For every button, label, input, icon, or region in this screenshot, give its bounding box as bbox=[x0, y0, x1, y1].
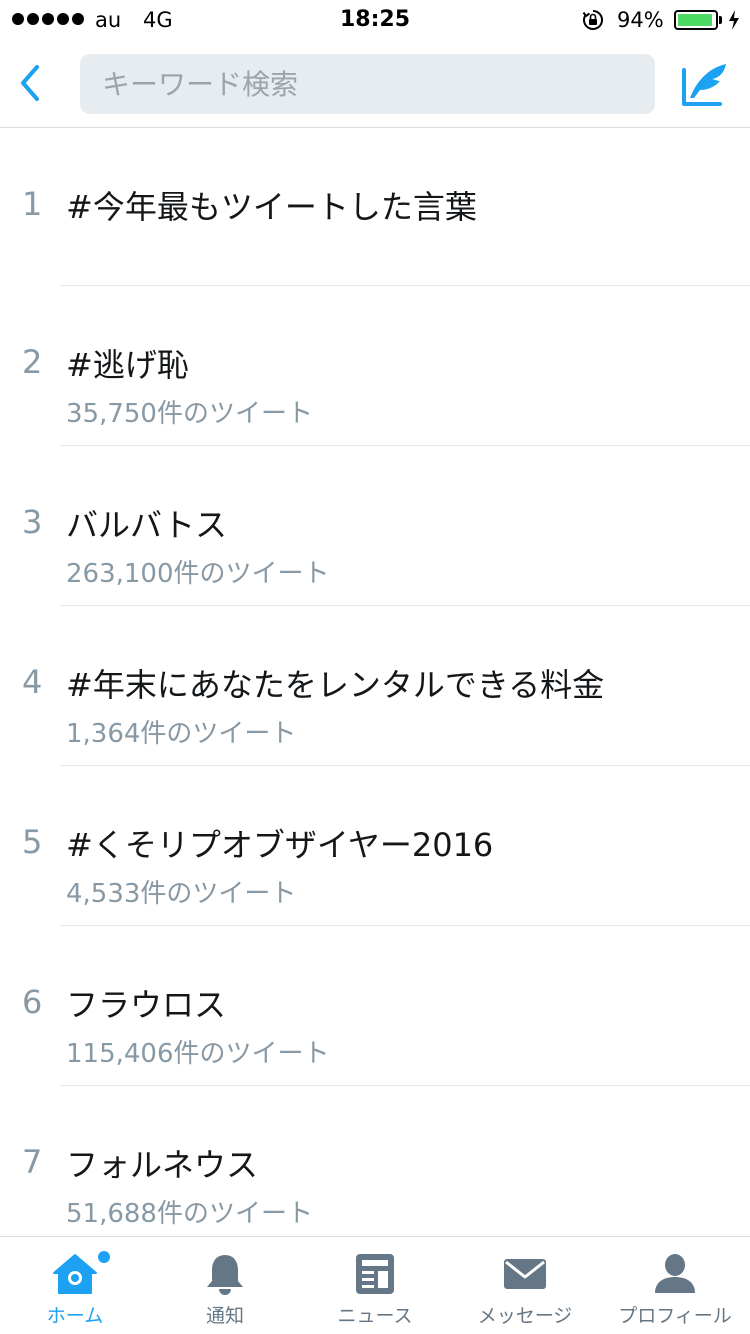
tab-bar: ホーム 通知 ニュース メッセージ プロフィール bbox=[0, 1236, 750, 1334]
trends-screen: au 4G 18:25 94% キーワード検索 1 #今年最もツイートした言葉 … bbox=[0, 0, 750, 1334]
trend-tweet-count: 1,364件のツイート bbox=[66, 719, 297, 749]
battery-tip bbox=[719, 16, 722, 24]
trend-item[interactable]: 2 #逃げ恥 35,750件のツイート bbox=[0, 286, 750, 446]
battery-percent: 94% bbox=[617, 8, 664, 32]
tab-home-label: ホーム bbox=[46, 1305, 104, 1327]
tab-news-label: ニュース bbox=[337, 1305, 413, 1327]
notification-dot bbox=[96, 1249, 112, 1265]
search-field[interactable] bbox=[80, 54, 655, 114]
trend-name: #くそリプオブザイヤー2016 bbox=[66, 826, 494, 864]
status-bar: au 4G 18:25 94% bbox=[0, 0, 750, 40]
compose-tweet-button[interactable] bbox=[680, 60, 732, 108]
bell-icon bbox=[207, 1255, 243, 1295]
trend-rank: 4 bbox=[22, 663, 43, 701]
trend-name: フラウロス bbox=[66, 986, 227, 1024]
tab-home[interactable]: ホーム bbox=[0, 1237, 150, 1334]
search-input[interactable] bbox=[100, 66, 655, 102]
trend-name: #今年最もツイートした言葉 bbox=[66, 188, 477, 226]
tab-profile[interactable]: プロフィール bbox=[600, 1237, 750, 1334]
trend-rank: 3 bbox=[22, 503, 43, 541]
trend-item[interactable]: 3 バルバトス 263,100件のツイート bbox=[0, 446, 750, 606]
trend-item[interactable]: 7 フォルネウス 51,688件のツイート bbox=[0, 1086, 750, 1246]
person-icon bbox=[655, 1254, 695, 1293]
trend-item[interactable]: 5 #くそリプオブザイヤー2016 4,533件のツイート bbox=[0, 766, 750, 926]
trend-name: バルバトス bbox=[66, 506, 227, 544]
trend-name: #逃げ恥 bbox=[66, 346, 189, 384]
trend-tweet-count: 51,688件のツイート bbox=[66, 1199, 313, 1229]
home-icon bbox=[53, 1254, 97, 1294]
orientation-lock-icon bbox=[582, 10, 603, 30]
trend-tweet-count: 115,406件のツイート bbox=[66, 1039, 330, 1069]
news-icon bbox=[356, 1254, 394, 1294]
trend-rank: 7 bbox=[22, 1143, 43, 1181]
battery-icon bbox=[674, 10, 718, 30]
trend-tweet-count: 263,100件のツイート bbox=[66, 559, 330, 589]
back-button[interactable] bbox=[10, 58, 50, 108]
trend-rank: 5 bbox=[22, 823, 43, 861]
tab-profile-label: プロフィール bbox=[618, 1305, 732, 1327]
chevron-left-icon bbox=[21, 65, 39, 101]
tab-messages-label: メッセージ bbox=[477, 1305, 573, 1327]
tab-messages[interactable]: メッセージ bbox=[450, 1237, 600, 1334]
trend-rank: 6 bbox=[22, 983, 43, 1021]
compose-tweet-icon bbox=[682, 64, 726, 106]
tab-notifications[interactable]: 通知 bbox=[150, 1237, 300, 1334]
trend-name: #年末にあなたをレンタルできる料金 bbox=[66, 666, 605, 704]
trend-item[interactable]: 4 #年末にあなたをレンタルできる料金 1,364件のツイート bbox=[0, 606, 750, 766]
charging-bolt-icon bbox=[729, 10, 739, 30]
trend-list: 1 #今年最もツイートした言葉 2 #逃げ恥 35,750件のツイート 3 バルバトス 263… bbox=[0, 128, 750, 1246]
trend-name: フォルネウス bbox=[66, 1146, 259, 1184]
trend-tweet-count: 35,750件のツイート bbox=[66, 399, 313, 429]
search-nav-bar bbox=[0, 40, 750, 128]
trend-item[interactable]: 6 フラウロス 115,406件のツイート bbox=[0, 926, 750, 1086]
trend-tweet-count: 4,533件のツイート bbox=[66, 879, 297, 909]
tab-notifications-label: 通知 bbox=[205, 1305, 244, 1327]
battery-level bbox=[678, 14, 712, 26]
trend-rank: 2 bbox=[22, 343, 43, 381]
envelope-icon bbox=[504, 1259, 546, 1289]
tab-news[interactable]: ニュース bbox=[300, 1237, 450, 1334]
trend-rank: 1 bbox=[22, 185, 43, 223]
trend-item[interactable]: 1 #今年最もツイートした言葉 bbox=[0, 128, 750, 286]
